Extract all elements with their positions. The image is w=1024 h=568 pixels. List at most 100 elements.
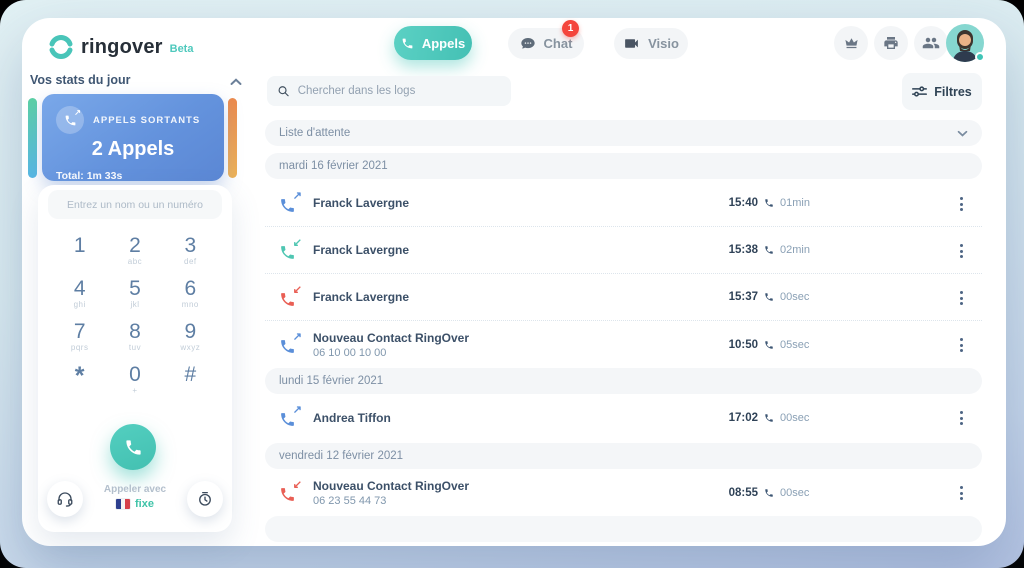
call-log-row[interactable]: ↗ Nouveau Contact RingOver 06 10 00 10 00…: [265, 321, 982, 368]
visio-label: Visio: [648, 36, 679, 51]
log-search-input[interactable]: [297, 85, 501, 97]
audio-settings-button[interactable]: [47, 481, 83, 517]
call-log-row[interactable]: ↗ Franck Lavergne 15:40 01min: [265, 180, 982, 227]
call-duration: 00sec: [780, 486, 810, 499]
row-menu-button[interactable]: [952, 241, 970, 261]
visio-tab[interactable]: Visio: [614, 28, 688, 59]
line-type-label: fixe: [135, 498, 154, 510]
call-duration: 00sec: [780, 411, 810, 424]
contact-name: Andrea Tiffon: [313, 410, 391, 425]
stats-carousel-next-card[interactable]: [228, 98, 237, 178]
waiting-list-bar[interactable]: Liste d'attente: [265, 120, 982, 146]
people-icon: [922, 37, 940, 49]
call-button[interactable]: [110, 424, 156, 470]
dialpad-key-6[interactable]: 6 mno: [163, 278, 218, 312]
phone-icon: [402, 38, 413, 48]
printer-icon: [884, 37, 898, 49]
duration-phone-icon: [765, 488, 773, 497]
contact-number: 06 10 00 10 00: [313, 346, 387, 359]
call-duration: 05sec: [780, 338, 810, 351]
call-time: 15:40: [728, 197, 758, 209]
beta-tag: Beta: [169, 43, 194, 55]
row-menu-button[interactable]: [952, 408, 970, 428]
date-header: mardi 16 février 2021: [265, 153, 982, 179]
call-time: 15:38: [728, 244, 758, 256]
date-label: mardi 16 février 2021: [279, 160, 388, 172]
dialpad-key-8[interactable]: 8 tuv: [107, 321, 162, 355]
duration-phone-icon: [765, 413, 773, 422]
dialpad-key-2[interactable]: 2 abc: [107, 235, 162, 269]
date-header: vendredi 12 février 2021: [265, 443, 982, 469]
date-label: vendredi 12 février 2021: [279, 450, 404, 462]
headset-icon: [57, 492, 73, 507]
chat-label: Chat: [543, 36, 573, 51]
dialer-panel: 1 2abc 3def 4ghi 5jkl 6mno 7pqrs 8tuv 9w…: [38, 185, 232, 532]
call-log-row[interactable]: ↙ Nouveau Contact RingOver 06 23 55 44 73…: [265, 469, 982, 516]
row-menu-button[interactable]: [952, 483, 970, 503]
appels-tab[interactable]: Appels: [394, 26, 472, 60]
online-status-dot: [975, 52, 985, 62]
contact-number: 06 23 55 44 73: [313, 494, 387, 507]
next-date-header-partial: [265, 516, 982, 542]
outgoing-call-icon: ↗: [279, 404, 302, 428]
dialpad-key-7[interactable]: 7 pqrs: [52, 321, 107, 355]
contact-name: Franck Lavergne: [313, 290, 410, 304]
dialpad-key-4[interactable]: 4 ghi: [52, 278, 107, 312]
call-duration: 02min: [780, 244, 810, 256]
log-search: [267, 76, 511, 106]
chevron-down-icon[interactable]: [957, 130, 968, 137]
appels-label: Appels: [421, 35, 466, 51]
scheduled-call-button[interactable]: [187, 481, 223, 517]
stat-card-count: 2 Appels: [91, 138, 175, 160]
crown-icon: [844, 37, 858, 48]
app-background: ringover Beta Appels Chat 1 Visio Vos st…: [0, 0, 1024, 568]
call-duration: 00sec: [780, 291, 810, 303]
date-header: lundi 15 février 2021: [265, 368, 982, 394]
call-time: 15:37: [728, 291, 758, 303]
missed-call-icon: ↙: [279, 479, 302, 503]
video-camera-icon: [625, 39, 638, 48]
line-selector[interactable]: fixe: [85, 498, 185, 510]
callback-timer-icon: [199, 491, 211, 506]
row-menu-button[interactable]: [952, 288, 970, 308]
contact-name: Nouveau Contact RingOver: [313, 478, 470, 493]
outgoing-calls-stat-card[interactable]: ↗ APPELS SORTANTS 2 Appels Total: 1m 33s: [42, 94, 224, 182]
call-time: 10:50: [728, 338, 758, 351]
chevron-up-icon[interactable]: [230, 73, 242, 91]
stats-section-title: Vos stats du jour: [30, 73, 131, 87]
call-log-row[interactable]: ↗ Andrea Tiffon 17:02 00sec: [265, 394, 982, 441]
dialpad-key-0[interactable]: 0 +: [107, 364, 162, 398]
filters-label: Filtres: [934, 84, 972, 99]
call-log-row[interactable]: ↙ Franck Lavergne 15:37 00sec: [265, 274, 982, 321]
premium-button[interactable]: [834, 26, 868, 60]
outgoing-call-icon: ↗: [279, 190, 302, 214]
stat-card-total: Total: 1m 33s: [56, 170, 123, 182]
dialpad-key-1[interactable]: 1: [52, 235, 107, 269]
dialpad-key-hash[interactable]: #: [163, 364, 218, 398]
ringover-logo: ringover Beta: [48, 34, 193, 60]
dialpad-key-3[interactable]: 3 def: [163, 235, 218, 269]
brand-name: ringover: [81, 35, 163, 58]
chat-bubble-icon: [520, 37, 535, 48]
filter-sliders-icon: [912, 86, 928, 97]
dialpad-key-star[interactable]: *: [52, 364, 107, 398]
filters-button[interactable]: Filtres: [902, 73, 982, 110]
stats-carousel-prev-card[interactable]: [28, 98, 37, 178]
row-menu-button[interactable]: [952, 194, 970, 214]
waiting-list-label: Liste d'attente: [279, 127, 351, 139]
user-avatar[interactable]: [946, 24, 985, 62]
dialer-input[interactable]: [48, 190, 222, 219]
contacts-button[interactable]: [914, 26, 948, 60]
dialpad-key-9[interactable]: 9 wxyz: [163, 321, 218, 355]
chat-unread-badge: 1: [562, 20, 579, 37]
call-time: 08:55: [728, 486, 758, 499]
phone-icon: [125, 439, 141, 455]
app-window: ringover Beta Appels Chat 1 Visio Vos st…: [22, 18, 1006, 546]
row-menu-button[interactable]: [952, 335, 970, 355]
ringover-logo-icon: [49, 35, 73, 59]
print-button[interactable]: [874, 26, 908, 60]
contact-name: Nouveau Contact RingOver: [313, 330, 470, 345]
call-log-row[interactable]: ↙ Franck Lavergne 15:38 02min: [265, 227, 982, 274]
dialpad-key-5[interactable]: 5 jkl: [107, 278, 162, 312]
date-label: lundi 15 février 2021: [279, 375, 384, 387]
